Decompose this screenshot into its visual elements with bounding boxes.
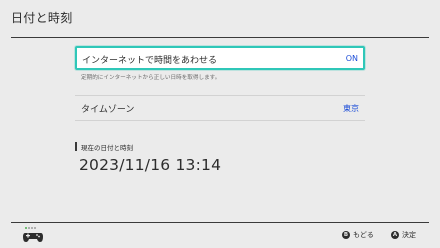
back-label: もどる [353, 231, 374, 239]
ok-label: 決定 [402, 231, 416, 239]
internet-sync-value: ON [345, 54, 358, 63]
internet-sync-hint: 定期的にインターネットから正しい日時を取得します。 [81, 75, 221, 81]
settings-list: インターネットで時間をあわせる ON 定期的にインターネットから正しい日時を取得… [75, 0, 365, 220]
timezone-row[interactable]: タイムゾーン 東京 [75, 96, 365, 120]
footer-divider [11, 222, 429, 223]
internet-sync-row[interactable]: インターネットで時間をあわせる ON [75, 46, 365, 70]
divider [75, 120, 365, 121]
internet-sync-label: インターネットで時間をあわせる [82, 56, 218, 66]
page-title: 日付と時刻 [11, 11, 73, 25]
controller-icon [23, 227, 43, 242]
back-button[interactable]: B もどる [342, 230, 374, 240]
timezone-value: 東京 [343, 104, 359, 113]
b-button-icon: B [342, 231, 350, 239]
timezone-label: タイムゾーン [81, 105, 135, 115]
current-datetime-label: 現在の日付と時刻 [81, 144, 133, 152]
a-button-icon: A [391, 231, 399, 239]
ok-button[interactable]: A 決定 [391, 230, 416, 240]
current-datetime: 2023/11/16 13:14 [79, 156, 222, 174]
